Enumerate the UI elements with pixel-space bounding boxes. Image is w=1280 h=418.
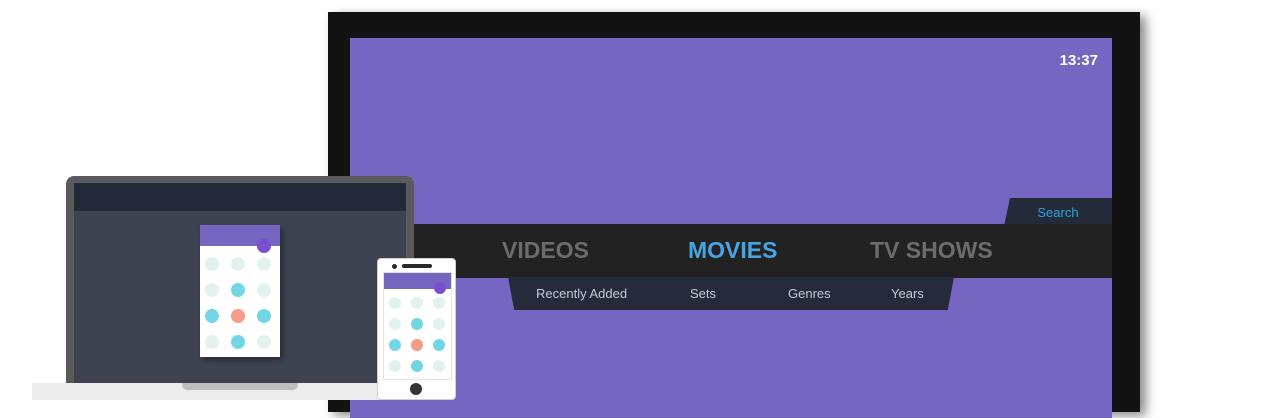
grid-dot xyxy=(411,339,423,351)
grid-dot xyxy=(389,297,401,309)
grid-dot xyxy=(205,309,219,323)
grid-dot xyxy=(433,318,445,330)
search-label: Search xyxy=(1037,205,1079,220)
main-nav: VIDEOS MOVIES TV SHOWS xyxy=(350,224,1112,278)
nav-item-movies[interactable]: MOVIES xyxy=(688,237,777,264)
grid-dot xyxy=(205,283,219,297)
grid-dot xyxy=(257,257,271,271)
sub-nav-sets[interactable]: Sets xyxy=(690,286,716,301)
fab-icon xyxy=(434,282,446,294)
camera-icon xyxy=(392,264,397,269)
grid-dot xyxy=(231,309,245,323)
grid-dot xyxy=(205,257,219,271)
grid-dot xyxy=(231,283,245,297)
fab-icon xyxy=(257,239,271,253)
grid-dot xyxy=(411,297,423,309)
grid-dot xyxy=(433,360,445,372)
search-tab[interactable]: Search xyxy=(1004,198,1112,226)
laptop-notch xyxy=(182,383,298,390)
grid-dot xyxy=(231,257,245,271)
laptop-topbar xyxy=(74,183,406,211)
grid-dot xyxy=(389,318,401,330)
clock: 13:37 xyxy=(1059,52,1098,69)
sub-nav-recently-added[interactable]: Recently Added xyxy=(536,286,627,301)
grid-dot xyxy=(433,339,445,351)
grid-dot xyxy=(257,283,271,297)
phone xyxy=(377,258,456,400)
sub-nav: Recently Added Sets Genres Years xyxy=(508,277,954,310)
grid-dot xyxy=(411,360,423,372)
nav-item-tv-shows[interactable]: TV SHOWS xyxy=(870,237,993,264)
nav-item-videos[interactable]: VIDEOS xyxy=(502,237,589,264)
phone-screen xyxy=(383,272,452,380)
phone-app-card xyxy=(384,273,451,379)
speaker-icon xyxy=(402,264,432,268)
laptop-app-card xyxy=(200,225,280,357)
sub-nav-years[interactable]: Years xyxy=(891,286,924,301)
sub-nav-genres[interactable]: Genres xyxy=(788,286,831,301)
grid-dot xyxy=(433,297,445,309)
home-button[interactable] xyxy=(410,383,422,395)
grid-dot xyxy=(389,339,401,351)
laptop-screen xyxy=(74,183,406,388)
tv-screen: 13:37 Search VIDEOS MOVIES TV SHOWS Rece… xyxy=(350,38,1112,418)
grid-dot xyxy=(257,309,271,323)
grid-dot xyxy=(231,335,245,349)
grid-dot xyxy=(257,335,271,349)
grid-dot xyxy=(411,318,423,330)
laptop-lid xyxy=(66,176,414,388)
grid-dot xyxy=(205,335,219,349)
grid-dot xyxy=(389,360,401,372)
